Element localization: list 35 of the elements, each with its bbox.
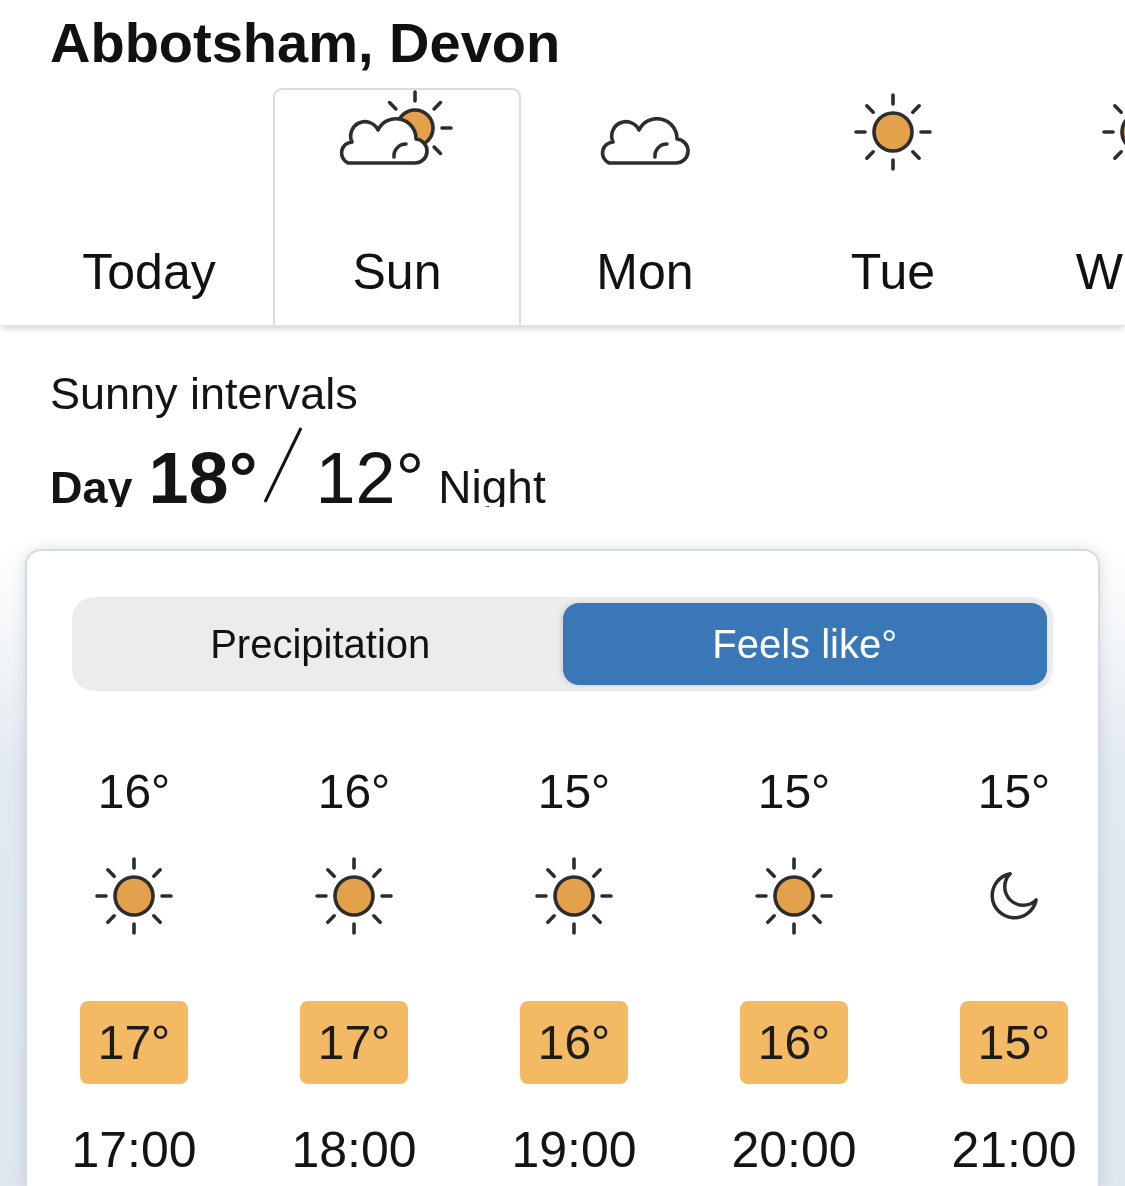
day-temperature: 18° xyxy=(148,442,258,514)
sun-icon xyxy=(853,92,933,172)
hour-time: 18:00 xyxy=(291,1121,417,1180)
feels-like-temperature: 17° xyxy=(80,1001,188,1084)
day-tab[interactable]: Today xyxy=(25,88,273,325)
hour-temperature: 16° xyxy=(317,764,391,820)
sun-icon xyxy=(754,856,834,936)
sun-icon xyxy=(94,856,174,936)
sun-icon xyxy=(534,856,614,936)
feels-like-temperature: 15° xyxy=(960,1001,1068,1084)
night-label: Night xyxy=(438,464,546,510)
toggle-option[interactable]: Precipitation xyxy=(78,603,563,685)
day-tab[interactable]: W xyxy=(1017,88,1125,325)
sun-icon xyxy=(314,856,394,936)
day-label: Day xyxy=(50,465,133,510)
hour-temperature: 15° xyxy=(537,764,611,820)
weather-description: Sunny intervals xyxy=(50,367,358,421)
day-tab[interactable]: Tue xyxy=(769,88,1017,325)
day-tab[interactable]: Mon xyxy=(521,88,769,325)
hour-time: 20:00 xyxy=(731,1121,857,1180)
hour-time: 21:00 xyxy=(951,1121,1077,1180)
location-title: Abbotsham, Devon xyxy=(49,10,561,75)
hour-time: 17:00 xyxy=(71,1121,197,1180)
cloud-icon xyxy=(600,117,690,166)
feels-like-temperature: 17° xyxy=(300,1001,408,1084)
hour-temperature: 15° xyxy=(757,764,831,820)
day-tab[interactable]: Sun xyxy=(273,88,521,325)
hour-time: 19:00 xyxy=(511,1121,637,1180)
toggle-option[interactable]: Feels like° xyxy=(562,603,1047,685)
feels-like-temperature: 16° xyxy=(520,1001,628,1084)
hour-temperature: 16° xyxy=(97,764,171,820)
feels-like-temperature: 16° xyxy=(740,1001,848,1084)
night-temperature: 12° xyxy=(315,442,425,514)
hour-temperature: 15° xyxy=(977,764,1051,820)
sun-behind-cloud-icon xyxy=(339,89,455,166)
